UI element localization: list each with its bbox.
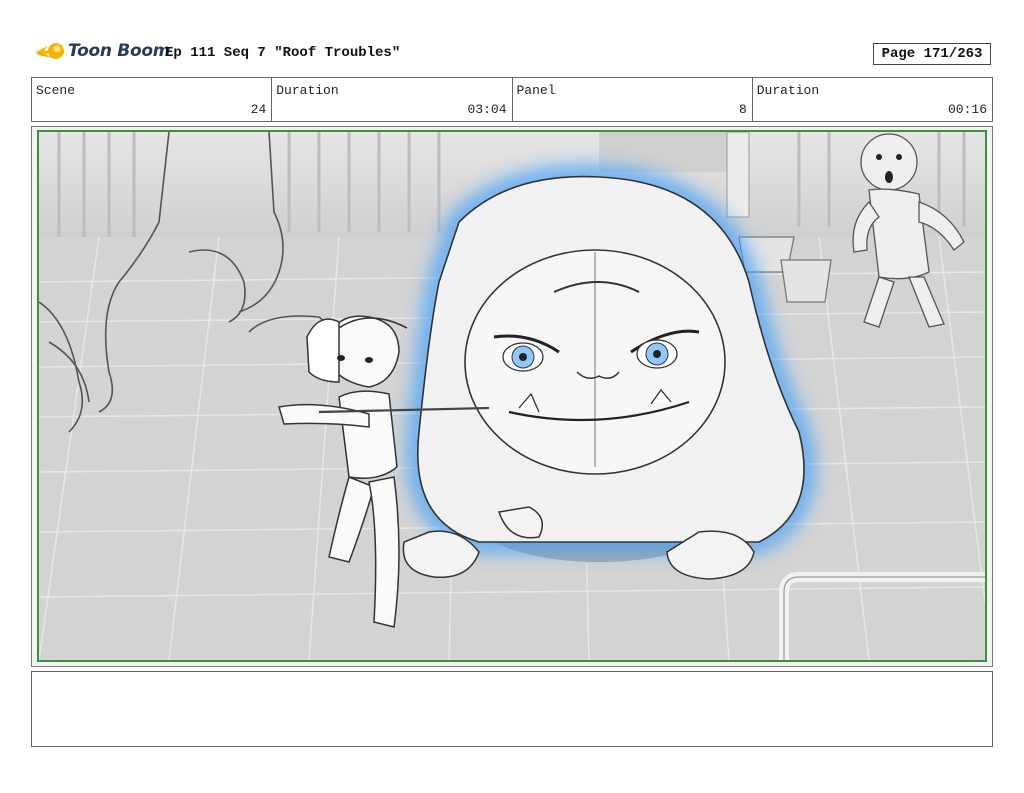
brand-name: Toon Boom — [68, 41, 171, 61]
panel-label: Panel — [516, 83, 556, 98]
panel-cell: Panel 8 — [513, 78, 753, 121]
scene-duration-value: 03:04 — [467, 102, 507, 117]
storyboard-panel-image — [37, 130, 987, 662]
panel-notes-box — [31, 671, 993, 747]
panel-info-row: Scene 24 Duration 03:04 Panel 8 Duration… — [31, 77, 993, 122]
scene-value: 24 — [250, 102, 267, 117]
scene-label: Scene — [36, 83, 76, 98]
scene-cell: Scene 24 — [32, 78, 273, 121]
scene-duration-label: Duration — [276, 83, 339, 98]
scene-duration-cell: Duration 03:04 — [272, 78, 513, 121]
panel-value: 8 — [738, 102, 747, 117]
sequence-title: Ep 111 Seq 7 "Roof Troubles" — [165, 45, 401, 61]
page-indicator: Page 171/263 — [873, 43, 991, 65]
panel-duration-cell: Duration 00:16 — [753, 78, 992, 121]
storyboard-sketch — [39, 132, 985, 660]
panel-duration-value: 00:16 — [947, 102, 987, 117]
panel-duration-label: Duration — [756, 83, 820, 98]
